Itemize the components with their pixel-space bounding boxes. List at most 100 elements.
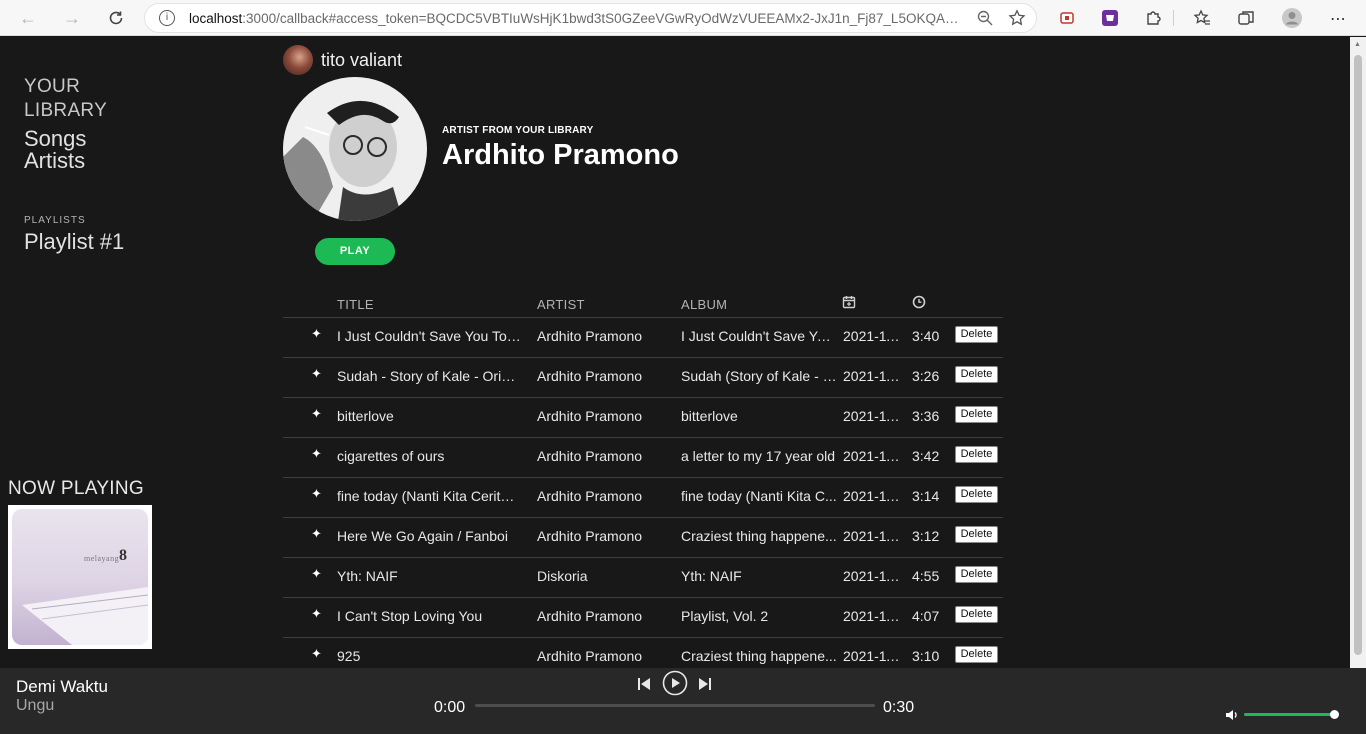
sidebar-item-artists[interactable]: Artists	[24, 148, 85, 174]
toolbar-divider	[1173, 10, 1174, 26]
calendar-icon[interactable]	[842, 295, 856, 312]
track-title: bitterlove	[337, 408, 394, 424]
track-album: Sudah (Story of Kale - O...	[681, 368, 837, 384]
table-row[interactable]: ✦ fine today (Nanti Kita Cerita T... Ardhi…	[283, 478, 1003, 518]
play-pause-icon[interactable]	[662, 670, 688, 701]
track-duration: 3:10	[912, 648, 940, 664]
play-button[interactable]: PLAY	[315, 238, 395, 265]
delete-button[interactable]: Delete	[955, 646, 998, 663]
delete-button[interactable]: Delete	[955, 366, 998, 383]
track-date-added: 2021-11-13	[843, 568, 907, 584]
favorite-star-icon[interactable]	[1008, 9, 1026, 32]
delete-button[interactable]: Delete	[955, 566, 998, 583]
track-artist: Ardhito Pramono	[537, 648, 643, 664]
zoom-icon[interactable]	[976, 9, 994, 32]
scroll-up-icon[interactable]: ▲	[1354, 41, 1361, 48]
track-duration: 3:36	[912, 408, 940, 424]
volume-knob[interactable]	[1330, 710, 1339, 719]
progress-bar[interactable]	[475, 704, 875, 707]
more-menu-icon[interactable]: ⋯	[1326, 6, 1350, 30]
previous-track-icon[interactable]	[637, 676, 651, 697]
playlists-header: PLAYLISTS	[24, 215, 86, 226]
track-artist: Ardhito Pramono	[537, 408, 643, 424]
table-row[interactable]: ✦ Here We Go Again / Fanboi Ardhito Pramon…	[283, 518, 1003, 558]
track-duration: 3:42	[912, 448, 940, 464]
avatar[interactable]	[283, 45, 313, 75]
track-date-added: 2021-11-13	[843, 648, 907, 664]
url-text[interactable]: localhost:3000/callback#access_token=BQC…	[189, 11, 959, 26]
table-row[interactable]: ✦ Yth: NAIF Diskoria Yth: NAIF 2021-11-13 4:5…	[283, 558, 1003, 598]
track-artist: Diskoria	[537, 568, 588, 584]
track-date-added: 2021-11-13	[843, 408, 907, 424]
reload-icon[interactable]	[104, 6, 128, 30]
track-artist: Ardhito Pramono	[537, 368, 643, 384]
track-date-added: 2021-11-13	[843, 608, 907, 624]
delete-button[interactable]: Delete	[955, 606, 998, 623]
forward-icon[interactable]: →	[60, 6, 84, 30]
add-to-playlist-icon[interactable]: ✦	[311, 327, 322, 342]
extension-purple-icon[interactable]	[1098, 6, 1122, 30]
sidebar: YOUR LIBRARY Songs Artists PLAYLISTS Pla…	[0, 37, 270, 668]
volume-fill	[1244, 713, 1334, 716]
scroll-thumb[interactable]	[1354, 55, 1362, 655]
library-title: YOUR LIBRARY	[24, 76, 108, 121]
add-to-playlist-icon[interactable]: ✦	[311, 407, 322, 422]
track-title: Sudah - Story of Kale - Origin...	[337, 368, 521, 384]
player-song-artist: Ungu	[16, 697, 55, 714]
address-bar[interactable]: i localhost:3000/callback#access_token=B…	[144, 3, 1037, 33]
url-path: :3000/callback#access_token=BQCDC5VBTIuW…	[242, 11, 959, 26]
column-artist[interactable]: ARTIST	[537, 297, 585, 312]
airplane-wing-graphic	[22, 587, 148, 645]
add-to-playlist-icon[interactable]: ✦	[311, 527, 322, 542]
browser-toolbar: ← → i localhost:3000/callback#access_tok…	[0, 0, 1366, 36]
table-row[interactable]: ✦ cigarettes of ours Ardhito Pramono a lett…	[283, 438, 1003, 478]
delete-button[interactable]: Delete	[955, 406, 998, 423]
add-to-playlist-icon[interactable]: ✦	[311, 487, 322, 502]
delete-button[interactable]: Delete	[955, 326, 998, 343]
delete-button[interactable]: Delete	[955, 486, 998, 503]
table-header: TITLE ARTIST ALBUM	[283, 294, 1003, 318]
column-title[interactable]: TITLE	[337, 297, 521, 312]
next-track-icon[interactable]	[698, 676, 712, 697]
volume-icon[interactable]	[1225, 708, 1239, 722]
add-to-playlist-icon[interactable]: ✦	[311, 367, 322, 382]
favorites-icon[interactable]	[1190, 6, 1214, 30]
album-logo: 8	[119, 547, 127, 564]
volume-slider[interactable]	[1244, 710, 1339, 719]
table-row[interactable]: ✦ 925 Ardhito Pramono Craziest thing happen…	[283, 638, 1003, 668]
clock-icon[interactable]	[912, 295, 926, 312]
user-name: tito valiant	[321, 50, 403, 70]
track-album: Playlist, Vol. 2	[681, 608, 769, 624]
sidebar-item-playlist[interactable]: Playlist #1	[24, 229, 124, 255]
track-duration: 4:07	[912, 608, 940, 624]
now-playing-album-art: melayang 8	[8, 505, 152, 649]
table-row[interactable]: ✦ I Just Couldn't Save You Toni... Ardhito…	[283, 318, 1003, 358]
player-bar: Demi Waktu Ungu 0:00 0:30	[0, 668, 1366, 734]
extensions-puzzle-icon[interactable]	[1141, 6, 1165, 30]
table-row[interactable]: ✦ Sudah - Story of Kale - Origin... Ardhit…	[283, 358, 1003, 398]
delete-button[interactable]: Delete	[955, 526, 998, 543]
track-date-added: 2021-11-13	[843, 528, 907, 544]
add-to-playlist-icon[interactable]: ✦	[311, 647, 322, 662]
column-album[interactable]: ALBUM	[681, 297, 727, 312]
delete-button[interactable]: Delete	[955, 446, 998, 463]
profile-icon[interactable]	[1280, 6, 1304, 30]
table-row[interactable]: ✦ I Can't Stop Loving You Ardhito Pramono P…	[283, 598, 1003, 638]
track-title: Yth: NAIF	[337, 568, 398, 584]
collections-icon[interactable]	[1234, 6, 1258, 30]
add-to-playlist-icon[interactable]: ✦	[311, 447, 322, 462]
table-row[interactable]: ✦ bitterlove Ardhito Pramono bitterlove 2021…	[283, 398, 1003, 438]
extension-shield-icon[interactable]	[1055, 6, 1079, 30]
back-icon[interactable]: ←	[16, 6, 40, 30]
track-album: a letter to my 17 year old	[681, 448, 836, 464]
track-album: bitterlove	[681, 408, 738, 424]
end-time: 0:30	[883, 699, 915, 716]
site-info-icon[interactable]: i	[159, 10, 175, 26]
track-title: Here We Go Again / Fanboi	[337, 528, 508, 544]
add-to-playlist-icon[interactable]: ✦	[311, 567, 322, 582]
current-time: 0:00	[434, 699, 466, 716]
track-duration: 3:40	[912, 328, 940, 344]
artist-subtitle: ARTIST FROM YOUR LIBRARY	[442, 125, 594, 136]
add-to-playlist-icon[interactable]: ✦	[311, 607, 322, 622]
scrollbar[interactable]: ▲	[1350, 37, 1366, 668]
